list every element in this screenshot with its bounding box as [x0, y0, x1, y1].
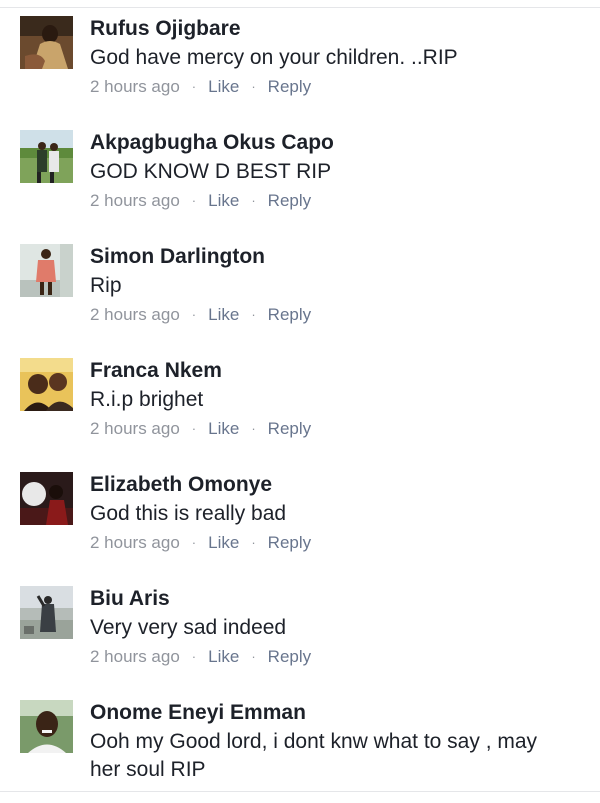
comment-author[interactable]: Simon Darlington	[90, 244, 265, 270]
avatar[interactable]	[20, 16, 73, 69]
like-button[interactable]: Like	[208, 77, 239, 96]
bottom-divider	[0, 791, 600, 792]
comment-text: R.i.p brighet	[90, 388, 204, 411]
comment-meta: 2 hours ago · Like · Reply	[90, 76, 311, 99]
comment-author[interactable]: Onome Eneyi Emman	[90, 700, 306, 726]
like-button[interactable]: Like	[208, 647, 239, 666]
comment-meta: 2 hours ago · Like · Reply	[90, 646, 311, 669]
comment-author[interactable]: Franca Nkem	[90, 358, 222, 384]
separator-dot: ·	[251, 649, 256, 664]
like-button[interactable]: Like	[208, 533, 239, 552]
avatar[interactable]	[20, 244, 73, 297]
separator-dot: ·	[191, 535, 197, 550]
separator-dot: ·	[251, 307, 256, 322]
separator-dot: ·	[251, 79, 256, 94]
separator-dot: ·	[251, 193, 256, 208]
comment-author[interactable]: Rufus Ojigbare	[90, 16, 241, 42]
separator-dot: ·	[191, 421, 197, 436]
comment-text: Rip	[90, 274, 122, 297]
comment-author[interactable]: Elizabeth Omonye	[90, 472, 272, 498]
comment-timestamp: 2 hours ago	[90, 77, 180, 96]
reply-button[interactable]: Reply	[268, 77, 311, 96]
comment-timestamp: 2 hours ago	[90, 305, 180, 324]
like-button[interactable]: Like	[208, 419, 239, 438]
top-divider	[0, 7, 600, 8]
like-button[interactable]: Like	[208, 305, 239, 324]
separator-dot: ·	[251, 535, 256, 550]
comment-meta: 2 hours ago · Like · Reply	[90, 190, 311, 213]
comment-text: Very very sad indeed	[90, 616, 287, 639]
comment-timestamp: 2 hours ago	[90, 533, 180, 552]
separator-dot: ·	[191, 307, 197, 322]
comment-author[interactable]: Biu Aris	[90, 586, 170, 612]
comment-author[interactable]: Akpagbugha Okus Capo	[90, 130, 334, 156]
reply-button[interactable]: Reply	[268, 647, 311, 666]
comment-text: GOD KNOW D BEST RIP	[90, 160, 332, 183]
separator-dot: ·	[251, 421, 256, 436]
comment-timestamp: 2 hours ago	[90, 647, 180, 666]
comment-meta: 2 hours ago · Like · Reply	[90, 532, 311, 555]
separator-dot: ·	[191, 79, 197, 94]
reply-button[interactable]: Reply	[268, 533, 311, 552]
comment-timestamp: 2 hours ago	[90, 191, 180, 210]
avatar[interactable]	[20, 586, 73, 639]
comment-text: God this is really bad	[90, 502, 287, 525]
comment-text: Ooh my Good lord, i dont knw what to say…	[90, 730, 538, 781]
comment-text: God have mercy on your children. ..RIP	[90, 46, 458, 69]
like-button[interactable]: Like	[208, 191, 239, 210]
reply-button[interactable]: Reply	[268, 419, 311, 438]
separator-dot: ·	[191, 193, 197, 208]
avatar[interactable]	[20, 130, 73, 183]
comment-timestamp: 2 hours ago	[90, 419, 180, 438]
comment-meta: 2 hours ago · Like · Reply	[90, 418, 311, 441]
reply-button[interactable]: Reply	[268, 191, 311, 210]
avatar[interactable]	[20, 358, 73, 411]
avatar[interactable]	[20, 700, 73, 753]
separator-dot: ·	[191, 649, 197, 664]
reply-button[interactable]: Reply	[268, 305, 311, 324]
avatar[interactable]	[20, 472, 73, 525]
comment-meta: 2 hours ago · Like · Reply	[90, 304, 311, 327]
